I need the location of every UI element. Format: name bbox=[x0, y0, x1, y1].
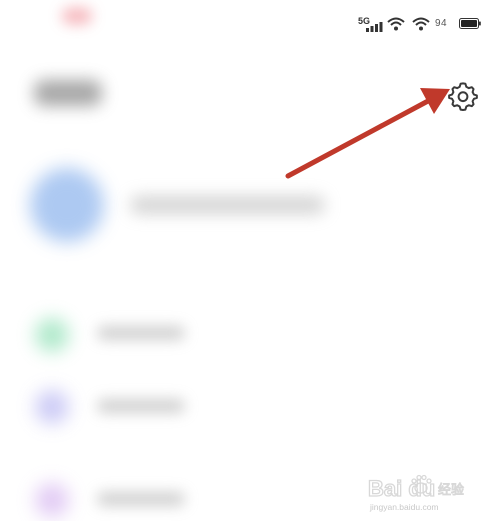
baidu-watermark: Bai du 经验 jingyan.baidu.com bbox=[366, 470, 481, 514]
wifi-icon bbox=[387, 17, 405, 31]
blurred-list-icon bbox=[35, 483, 69, 517]
blurred-notification-dot bbox=[62, 8, 92, 24]
svg-text:经验: 经验 bbox=[438, 482, 464, 497]
blurred-list-icon bbox=[35, 318, 69, 352]
blurred-list-icon bbox=[35, 390, 69, 424]
signal-icon bbox=[366, 22, 383, 32]
watermark-subtitle: jingyan.baidu.com bbox=[369, 502, 439, 512]
settings-button[interactable] bbox=[447, 80, 479, 112]
watermark-logo: Bai du 经验 jingyan.baidu.com bbox=[367, 474, 465, 512]
gear-icon bbox=[448, 82, 478, 111]
annotation-arrow bbox=[285, 88, 450, 179]
blurred-avatar bbox=[30, 168, 104, 242]
battery-icon bbox=[459, 18, 481, 29]
wifi-icon-secondary bbox=[412, 17, 430, 31]
blurred-list-label bbox=[97, 399, 185, 413]
blurred-page-title bbox=[34, 80, 102, 106]
blurred-list-label bbox=[97, 492, 185, 506]
blurred-list-label bbox=[97, 326, 185, 340]
blurred-account-name bbox=[130, 196, 325, 214]
battery-percent: 94 bbox=[435, 18, 448, 29]
